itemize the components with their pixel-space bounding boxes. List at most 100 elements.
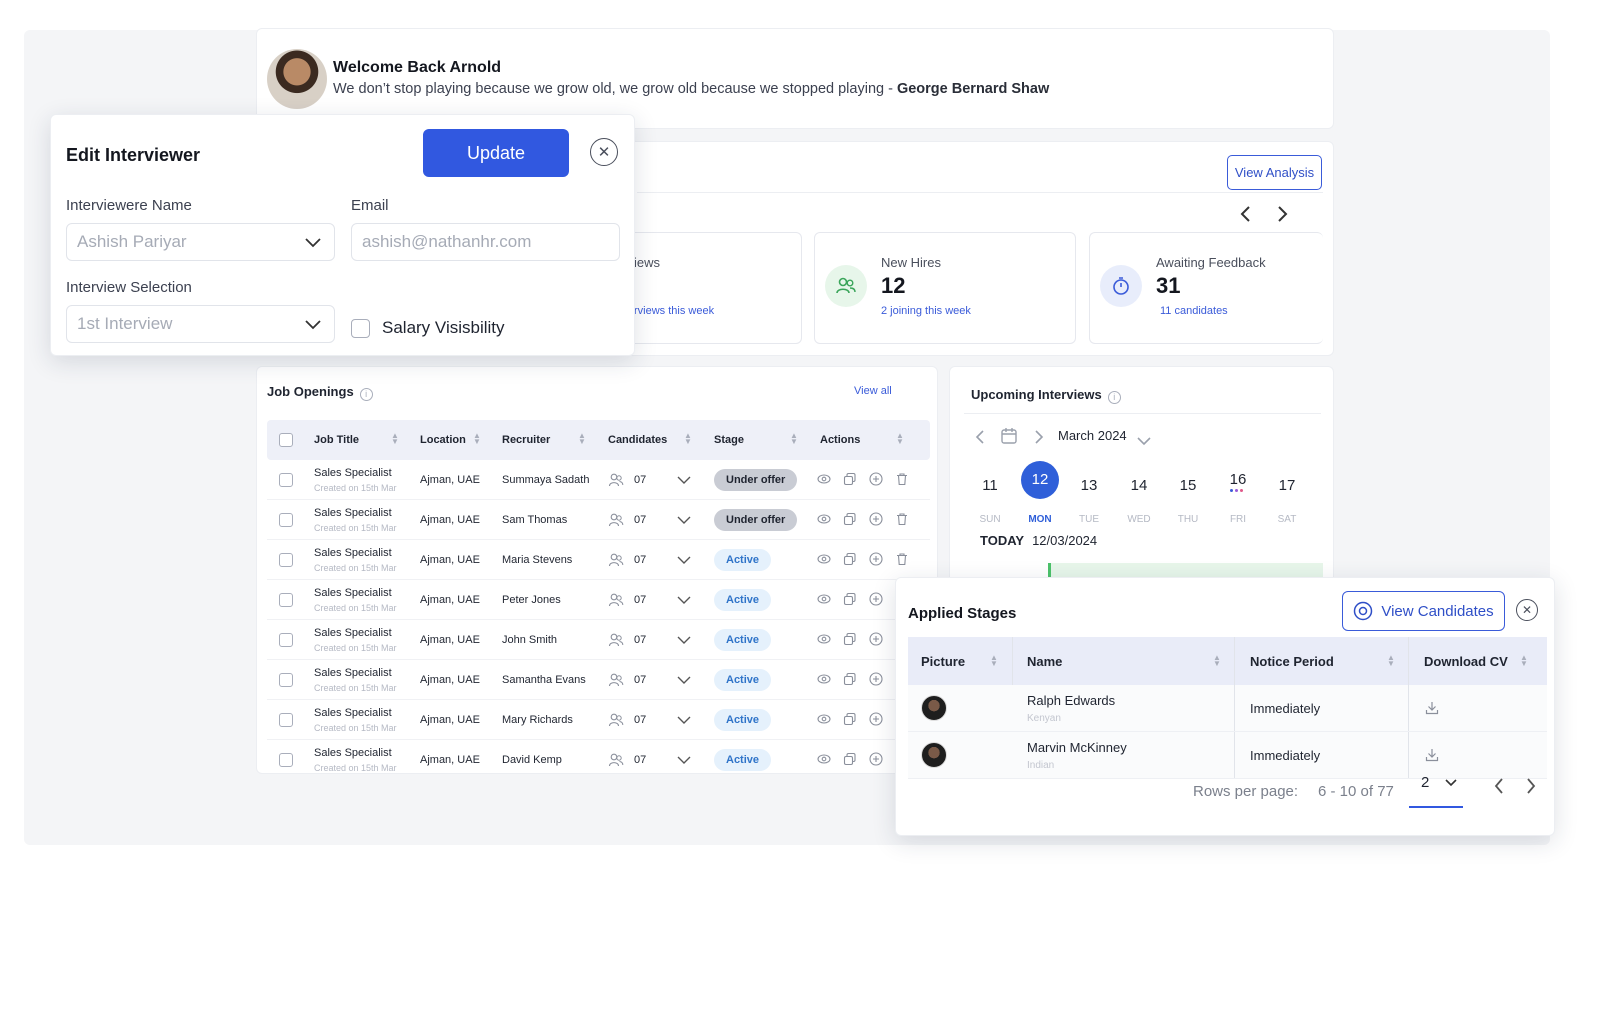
table-row[interactable]: Marvin McKinney Indian Immediately: [908, 732, 1547, 779]
sort-icon[interactable]: ▲ ▼: [391, 432, 399, 446]
name-cell[interactable]: Ralph Edwards Kenyan: [1027, 685, 1115, 731]
avatar[interactable]: [921, 742, 947, 768]
column-header[interactable]: Name: [1027, 637, 1062, 685]
add-icon[interactable]: [869, 552, 885, 568]
row-checkbox[interactable]: [279, 700, 293, 740]
delete-icon[interactable]: [895, 552, 911, 568]
delete-icon[interactable]: [895, 512, 911, 528]
stat-card-new-hires[interactable]: New Hires 12 2 joining this week: [814, 232, 1076, 344]
chevron-down-icon[interactable]: [1137, 433, 1151, 451]
column-header[interactable]: Notice Period: [1250, 637, 1334, 685]
copy-icon[interactable]: [843, 592, 859, 608]
row-checkbox[interactable]: [279, 460, 293, 500]
name-cell[interactable]: Marvin McKinney Indian: [1027, 732, 1127, 778]
interviewer-name-select[interactable]: Ashish Pariyar: [66, 223, 335, 261]
view-icon[interactable]: [817, 752, 833, 768]
select-all-checkbox[interactable]: [279, 420, 293, 460]
job-title-cell[interactable]: Sales Specialist Created on 15th Mar: [314, 500, 398, 540]
sort-icon[interactable]: ▲ ▼: [1387, 654, 1395, 668]
info-icon[interactable]: i: [1107, 390, 1121, 404]
column-header[interactable]: Recruiter: [502, 420, 550, 460]
stat-card-awaiting-feedback[interactable]: Awaiting Feedback 31 11 candidates: [1089, 232, 1323, 344]
sort-icon[interactable]: ▲ ▼: [990, 654, 998, 668]
view-icon[interactable]: [817, 672, 833, 688]
chevron-down-icon[interactable]: [677, 540, 691, 580]
row-checkbox[interactable]: [279, 540, 293, 580]
chevron-down-icon[interactable]: [677, 460, 691, 500]
day-number[interactable]: 12: [1022, 471, 1058, 488]
view-icon[interactable]: [817, 512, 833, 528]
chevron-down-icon[interactable]: [677, 580, 691, 620]
add-icon[interactable]: [869, 672, 885, 688]
next-week-icon[interactable]: [1034, 429, 1044, 450]
day-number[interactable]: 16: [1220, 471, 1256, 488]
row-checkbox[interactable]: [279, 620, 293, 660]
salary-visibility-checkbox[interactable]: [351, 318, 370, 338]
salary-visibility-toggle[interactable]: Salary Visisbility: [351, 318, 505, 338]
view-candidates-button[interactable]: View Candidates: [1342, 591, 1505, 631]
day-number[interactable]: 14: [1121, 477, 1157, 494]
table-row[interactable]: Ralph Edwards Kenyan Immediately: [908, 685, 1547, 732]
add-icon[interactable]: [869, 632, 885, 648]
copy-icon[interactable]: [843, 752, 859, 768]
copy-icon[interactable]: [843, 552, 859, 568]
prev-page-icon[interactable]: [1494, 777, 1504, 800]
user-avatar[interactable]: [267, 49, 327, 109]
chevron-down-icon[interactable]: [677, 620, 691, 660]
table-row[interactable]: Sales Specialist Created on 15th Mar Ajman…: [267, 460, 930, 500]
sort-icon[interactable]: ▲ ▼: [1213, 654, 1221, 668]
table-row[interactable]: Sales Specialist Created on 15th Mar Ajman…: [267, 580, 930, 620]
next-page-icon[interactable]: [1526, 777, 1536, 800]
close-icon[interactable]: ✕: [590, 138, 618, 166]
copy-icon[interactable]: [843, 632, 859, 648]
table-row[interactable]: Sales Specialist Created on 15th Mar Ajman…: [267, 540, 930, 580]
prev-week-icon[interactable]: [975, 429, 985, 450]
job-title-cell[interactable]: Sales Specialist Created on 15th Mar: [314, 460, 398, 500]
view-all-link[interactable]: View all: [854, 385, 892, 397]
sort-icon[interactable]: ▲ ▼: [578, 432, 586, 446]
column-header[interactable]: Candidates: [608, 420, 667, 460]
info-icon[interactable]: i: [359, 387, 373, 401]
row-checkbox[interactable]: [279, 580, 293, 620]
copy-icon[interactable]: [843, 512, 859, 528]
stat-sub[interactable]: rviews this week: [634, 305, 714, 317]
view-analysis-button[interactable]: View Analysis: [1227, 155, 1322, 190]
avatar[interactable]: [921, 695, 947, 721]
job-title-cell[interactable]: Sales Specialist Created on 15th Mar: [314, 740, 398, 773]
copy-icon[interactable]: [843, 712, 859, 728]
page-select[interactable]: 2: [1409, 774, 1463, 808]
day-number[interactable]: 15: [1170, 477, 1206, 494]
close-icon[interactable]: ✕: [1516, 599, 1538, 621]
chevron-down-icon[interactable]: [677, 660, 691, 700]
month-selector[interactable]: March 2024: [1058, 428, 1127, 443]
job-title-cell[interactable]: Sales Specialist Created on 15th Mar: [314, 660, 398, 700]
view-icon[interactable]: [817, 472, 833, 488]
add-icon[interactable]: [869, 592, 885, 608]
sort-icon[interactable]: ▲ ▼: [473, 432, 481, 446]
stat-sub[interactable]: 2 joining this week: [881, 305, 971, 317]
prev-arrow-icon[interactable]: [1239, 204, 1253, 230]
copy-icon[interactable]: [843, 672, 859, 688]
day-number[interactable]: 11: [972, 477, 1008, 494]
interview-selection-select[interactable]: 1st Interview: [66, 305, 335, 343]
delete-icon[interactable]: [895, 472, 911, 488]
sort-icon[interactable]: ▲ ▼: [790, 432, 798, 446]
job-title-cell[interactable]: Sales Specialist Created on 15th Mar: [314, 540, 398, 580]
column-header[interactable]: Stage: [714, 420, 744, 460]
row-checkbox[interactable]: [279, 660, 293, 700]
view-icon[interactable]: [817, 632, 833, 648]
stat-sub[interactable]: 11 candidates: [1160, 305, 1228, 317]
column-header[interactable]: Location: [420, 420, 466, 460]
table-row[interactable]: Sales Specialist Created on 15th Mar Ajman…: [267, 660, 930, 700]
update-button[interactable]: Update: [423, 129, 569, 177]
add-icon[interactable]: [869, 512, 885, 528]
table-row[interactable]: Sales Specialist Created on 15th Mar Ajman…: [267, 620, 930, 660]
column-header[interactable]: Picture: [921, 637, 965, 685]
chevron-down-icon[interactable]: [677, 700, 691, 740]
day-number[interactable]: 13: [1071, 477, 1107, 494]
calendar-icon[interactable]: [1000, 427, 1018, 450]
table-row[interactable]: Sales Specialist Created on 15th Mar Ajman…: [267, 500, 930, 540]
column-header[interactable]: Download CV: [1424, 637, 1508, 685]
add-icon[interactable]: [869, 712, 885, 728]
row-checkbox[interactable]: [279, 500, 293, 540]
